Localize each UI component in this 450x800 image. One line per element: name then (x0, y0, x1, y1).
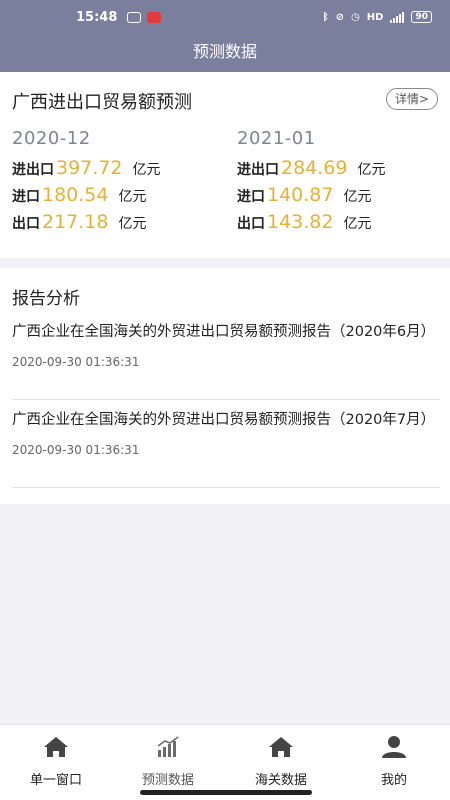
report-date: 2020-09-30 01:36:31 (12, 355, 140, 369)
row-unit: 亿元 (343, 216, 372, 232)
status-time: 15:48 (76, 9, 118, 25)
hd-icon: HD (366, 11, 384, 23)
nav-label: 预测数据 (141, 773, 194, 788)
row-value: 143.82 (267, 211, 334, 233)
signal-icon (390, 11, 405, 23)
row-label: 出口 (237, 216, 265, 232)
period-label: 2020-12 (12, 128, 91, 149)
row-label: 进口 (237, 189, 265, 205)
mute-icon: ⊘ (335, 11, 345, 23)
report-title: 广西企业在全国海关的外贸进出口贸易额预测报告（2020年7月） (12, 412, 436, 428)
nav-label: 我的 (380, 773, 407, 788)
nav-label: 海关数据 (254, 773, 307, 788)
chart-icon (157, 736, 179, 757)
bluetooth-icon: ᛒ (322, 11, 329, 23)
forecast-row: 进出口 284.69 亿元 (237, 157, 385, 184)
forecast-card: 广西进出口贸易额预测 详情> 2020-12 进出口 397.72 亿元 进口 … (0, 72, 450, 258)
battery-icon: 90 (411, 11, 432, 23)
home-icon (269, 737, 293, 757)
reports-card: 报告分析 广西企业在全国海关的外贸进出口贸易额预测报告（2020年6月） 202… (0, 268, 450, 504)
forecast-title: 广西进出口贸易额预测 (12, 92, 192, 113)
row-label: 进出口 (237, 162, 279, 178)
forecast-row: 出口 143.82 亿元 (237, 211, 385, 238)
report-title: 广西企业在全国海关的外贸进出口贸易额预测报告（2020年6月） (12, 324, 436, 340)
alarm-icon: ◷ (351, 11, 360, 23)
row-value: 284.69 (281, 157, 348, 179)
forecast-row: 进口 180.54 亿元 (12, 184, 160, 211)
row-unit: 亿元 (118, 216, 147, 232)
nav-item-customs-data[interactable]: 海关数据 (225, 735, 337, 788)
status-icons: ᛒ ⊘ ◷ HD 90 (323, 11, 432, 23)
row-unit: 亿元 (343, 189, 372, 205)
period-label: 2021-01 (237, 128, 316, 149)
nav-label: 单一窗口 (29, 773, 82, 788)
message-icon (127, 11, 142, 23)
row-value: 397.72 (56, 157, 123, 179)
row-unit: 亿元 (357, 162, 386, 178)
app-notification-icon (147, 11, 162, 23)
page-title: 预测数据 (192, 42, 257, 61)
row-unit: 亿元 (118, 189, 147, 205)
forecast-period-column: 2021-01 进出口 284.69 亿元 进口 140.87 亿元 出口 14… (237, 128, 385, 238)
row-label: 出口 (12, 216, 40, 232)
nav-item-forecast[interactable]: 预测数据 (112, 735, 224, 788)
bottom-nav: 单一窗口 预测数据 海关数据 我的 (0, 724, 450, 800)
nav-item-single-window[interactable]: 单一窗口 (0, 735, 112, 788)
status-bar: 15:48 ᛒ ⊘ ◷ HD 90 (0, 0, 450, 34)
forecast-period-column: 2020-12 进出口 397.72 亿元 进口 180.54 亿元 出口 21… (12, 128, 160, 238)
row-unit: 亿元 (132, 162, 161, 178)
home-indicator (140, 790, 312, 795)
forecast-row: 进口 140.87 亿元 (237, 184, 385, 211)
report-date: 2020-09-30 01:36:31 (12, 443, 140, 457)
row-value: 180.54 (42, 184, 109, 206)
nav-item-mine[interactable]: 我的 (338, 735, 450, 788)
home-icon (44, 737, 68, 757)
page-header: 预测数据 (0, 34, 450, 72)
row-label: 进出口 (12, 162, 54, 178)
row-label: 进口 (12, 189, 40, 205)
row-value: 140.87 (267, 184, 334, 206)
detail-button[interactable]: 详情> (386, 88, 438, 110)
user-icon (382, 736, 406, 758)
reports-title: 报告分析 (12, 289, 80, 309)
row-value: 217.18 (42, 211, 109, 233)
forecast-row: 出口 217.18 亿元 (12, 211, 160, 238)
report-item[interactable]: 广西企业在全国海关的外贸进出口贸易额预测报告（2020年7月） 2020-09-… (12, 410, 440, 488)
forecast-row: 进出口 397.72 亿元 (12, 157, 160, 184)
report-item[interactable]: 广西企业在全国海关的外贸进出口贸易额预测报告（2020年6月） 2020-09-… (12, 322, 440, 400)
